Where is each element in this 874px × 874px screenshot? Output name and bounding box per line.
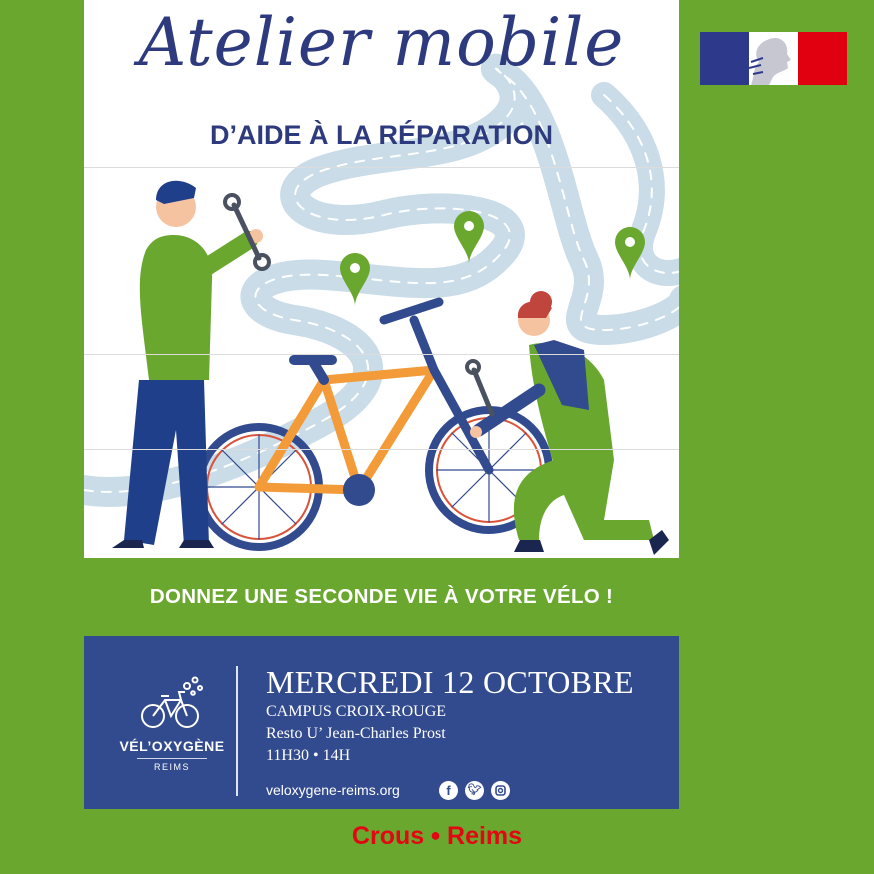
poster-fold-line xyxy=(84,449,679,450)
poster-title: Atelier mobile xyxy=(138,4,625,81)
poster-subtitle: D’AIDE À LA RÉPARATION xyxy=(210,120,553,150)
veloxygene-logo: VÉL’OXYGÈNE REIMS xyxy=(112,676,232,772)
event-poster: Atelier mobile D’AIDE À LA RÉPARATION DO… xyxy=(84,0,679,809)
crous-dot-icon: ● xyxy=(430,825,442,845)
logo-divider xyxy=(137,758,207,759)
reims-label: Reims xyxy=(447,822,523,850)
organizer-name: VÉL’OXYGÈNE xyxy=(119,738,225,754)
event-venue: Resto U’ Jean-Charles Prost xyxy=(266,725,446,742)
marianne-profile-icon xyxy=(748,37,791,85)
crous-label: Crous xyxy=(351,822,425,850)
bike-repair-illustration xyxy=(84,53,679,555)
vertical-divider xyxy=(236,666,238,796)
event-campus: CAMPUS CROIX-ROUGE xyxy=(266,703,447,720)
event-info-band: VÉL’OXYGÈNE REIMS MERCREDI 12 OCTOBRE CA… xyxy=(84,636,679,809)
twitter-icon[interactable]: 🐦︎ xyxy=(465,781,484,800)
mechanic-man-figure xyxy=(112,180,271,548)
french-republic-logo xyxy=(700,32,847,85)
facebook-icon[interactable]: f xyxy=(439,781,458,800)
bicycle-bubbles-icon xyxy=(141,676,203,728)
instagram-icon[interactable] xyxy=(491,781,510,800)
slogan-band: DONNEZ UNE SECONDE VIE À VOTRE VÉLO ! xyxy=(84,558,679,636)
poster-fold-line xyxy=(84,354,679,355)
instagram-glyph xyxy=(495,785,506,796)
map-pin-icon xyxy=(340,253,370,306)
poster-fold-line xyxy=(84,167,679,168)
crous-reims-logo: Crous ● Reims xyxy=(0,822,874,851)
slogan-text: DONNEZ UNE SECONDE VIE À VOTRE VÉLO ! xyxy=(149,585,614,608)
organizer-city: REIMS xyxy=(153,762,190,772)
event-time: 11H30 • 14H xyxy=(266,747,351,764)
event-date: MERCREDI 12 OCTOBRE xyxy=(266,664,634,700)
website-link[interactable]: veloxygene-reims.org xyxy=(266,782,400,798)
